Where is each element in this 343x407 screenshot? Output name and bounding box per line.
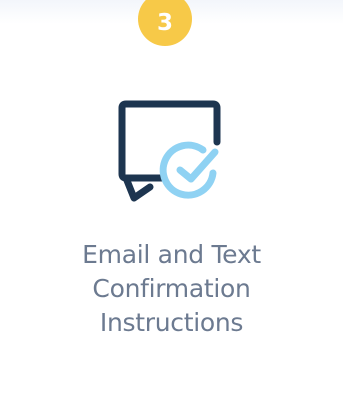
- step-card: 3 Email and Text Confirmation Instructio…: [0, 0, 343, 407]
- step-caption: Email and Text Confirmation Instructions: [0, 238, 343, 340]
- step-badge: 3: [138, 0, 192, 46]
- step-number: 3: [156, 10, 173, 36]
- caption-line-3: Instructions: [99, 308, 244, 337]
- check-circle-icon: [159, 141, 219, 199]
- email-text-confirmation-icon: [118, 100, 221, 202]
- caption-line-1: Email and Text: [82, 240, 261, 269]
- caption-line-2: Confirmation: [92, 274, 251, 303]
